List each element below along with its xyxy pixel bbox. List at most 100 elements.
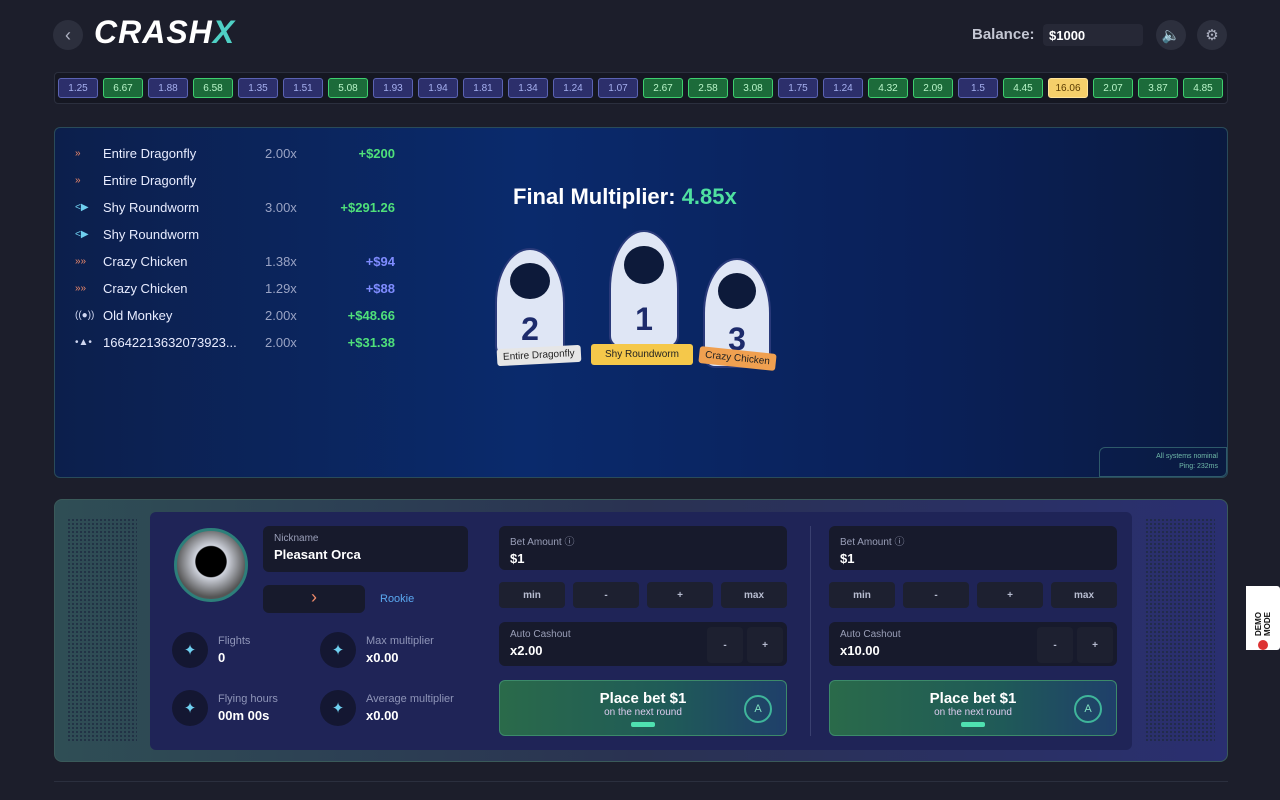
chevron-rank-icon: ›	[311, 587, 317, 607]
stat-flights: ✦ Flights 0	[172, 632, 250, 668]
multiplier-chip: 1.75	[778, 78, 818, 98]
podium-label-1: Shy Roundworm	[591, 344, 693, 365]
leaderboard-row: <▶ Shy Roundworm 3.00x +$291.26	[75, 197, 395, 217]
rocket-icon: ✦	[172, 632, 208, 668]
player-name: Entire Dragonfly	[103, 172, 197, 188]
bet-min-button[interactable]: min	[829, 582, 895, 608]
final-multiplier: Final Multiplier: 4.85x	[513, 184, 737, 209]
multiplier-chip: 4.85	[1183, 78, 1223, 98]
divider	[810, 526, 811, 736]
stat-flying-hours: ✦ Flying hours 00m 00s	[172, 690, 278, 726]
multiplier-chip: 2.09	[913, 78, 953, 98]
bet-min-button[interactable]: min	[499, 582, 565, 608]
cashout-increase-button[interactable]: +	[747, 627, 783, 663]
balance-value: $1000	[1043, 24, 1143, 46]
multiplier-chip: 1.34	[508, 78, 548, 98]
sound-button[interactable]: 🔈	[1156, 20, 1186, 50]
demo-mode-badge: DEMO MODE	[1246, 586, 1280, 650]
win-amount: +$31.38	[347, 334, 395, 350]
player-badge-icon: »»	[75, 255, 87, 267]
player-badge-icon: »	[75, 174, 81, 186]
multiplier-chip: 16.06	[1048, 78, 1088, 98]
cashout-multiplier: 2.00x	[265, 145, 297, 161]
gear-icon: ⚙	[1205, 27, 1219, 44]
player-badge-icon: •▲•	[75, 336, 92, 348]
place-bet-button[interactable]: Place bet $1 on the next round A	[499, 680, 787, 736]
planet-icon: ✦	[320, 632, 356, 668]
multiplier-chip: 1.24	[553, 78, 593, 98]
multiplier-chip: 3.08	[733, 78, 773, 98]
multiplier-chip: 2.07	[1093, 78, 1133, 98]
stat-average-multiplier: ✦ Average multiplier x0.00	[320, 690, 454, 726]
cashout-multiplier: 1.29x	[265, 280, 297, 296]
multiplier-chip: 1.81	[463, 78, 503, 98]
multiplier-chip: 1.94	[418, 78, 458, 98]
bet-decrease-button[interactable]: -	[573, 582, 639, 608]
bet-max-button[interactable]: max	[721, 582, 787, 608]
player-name: 16642213632073923...	[103, 334, 237, 350]
player-name: Old Monkey	[103, 307, 173, 323]
auto-cashout-input[interactable]: Auto Cashout x2.00	[499, 622, 787, 666]
cashout-multiplier: 1.38x	[265, 253, 297, 269]
bet-amount-input[interactable]: Bet Amount ⓘ $1	[829, 526, 1117, 570]
leaderboard-row: »» Crazy Chicken 1.38x +$94	[75, 251, 395, 271]
bet-max-button[interactable]: max	[1051, 582, 1117, 608]
leaderboard-row: •▲• 16642213632073923... 2.00x +$31.38	[75, 332, 395, 352]
bet-decrease-button[interactable]: -	[903, 582, 969, 608]
rank-badge: ›	[263, 585, 365, 613]
logo: CRASHX	[94, 14, 236, 50]
avatar	[174, 528, 248, 602]
leaderboard-row: <▶ Shy Roundworm	[75, 224, 395, 244]
bet-increase-button[interactable]: +	[647, 582, 713, 608]
win-amount: +$291.26	[340, 199, 395, 215]
auto-bet-icon[interactable]: A	[1074, 695, 1102, 723]
multiplier-chip: 1.25	[58, 78, 98, 98]
player-name: Shy Roundworm	[103, 226, 200, 242]
helmet-icon: ✦	[320, 690, 356, 726]
multiplier-chip: 4.45	[1003, 78, 1043, 98]
auto-cashout-input[interactable]: Auto Cashout x10.00	[829, 622, 1117, 666]
win-amount: +$48.66	[347, 307, 395, 323]
multiplier-history: 1.25 6.67 1.88 6.58 1.35 1.51 5.08 1.93 1.94 1.81…	[54, 72, 1228, 104]
control-panel: Nickname Pleasant Orca › Rookie ✦ Flights 0…	[54, 499, 1228, 762]
rank-label: Rookie	[380, 593, 415, 605]
leaderboard-row: » Entire Dragonfly 2.00x +$200	[75, 143, 395, 163]
auto-bet-icon[interactable]: A	[744, 695, 772, 723]
player-panel: Nickname Pleasant Orca › Rookie ✦ Flights 0…	[150, 512, 1132, 750]
back-button[interactable]: ‹	[53, 20, 83, 50]
leaderboard-row: »» Crazy Chicken 1.29x +$88	[75, 278, 395, 298]
cashout-decrease-button[interactable]: -	[1037, 627, 1073, 663]
multiplier-chip: 5.08	[328, 78, 368, 98]
player-name: Entire Dragonfly	[103, 145, 197, 161]
win-amount: +$94	[365, 253, 395, 269]
multiplier-chip: 3.87	[1138, 78, 1178, 98]
stat-max-multiplier: ✦ Max multiplier x0.00	[320, 632, 434, 668]
divider	[54, 781, 1228, 782]
player-badge-icon: »	[75, 147, 81, 159]
cashout-decrease-button[interactable]: -	[707, 627, 743, 663]
bet-amount-input[interactable]: Bet Amount ⓘ $1	[499, 526, 787, 570]
speaker-icon: 🔈	[1161, 27, 1181, 44]
rocket-launch-icon: ✦	[172, 690, 208, 726]
player-badge-icon: ((●))	[75, 309, 95, 321]
multiplier-chip: 4.32	[868, 78, 908, 98]
settings-button[interactable]: ⚙	[1197, 20, 1227, 50]
game-area: » Entire Dragonfly 2.00x +$200 » Entire Drago…	[54, 127, 1228, 478]
multiplier-chip: 6.58	[193, 78, 233, 98]
place-bet-button[interactable]: Place bet $1 on the next round A	[829, 680, 1117, 736]
player-name: Crazy Chicken	[103, 280, 188, 296]
bet-increase-button[interactable]: +	[977, 582, 1043, 608]
player-badge-icon: <▶	[75, 228, 89, 240]
win-amount: +$200	[358, 145, 395, 161]
cashout-increase-button[interactable]: +	[1077, 627, 1113, 663]
player-badge-icon: »»	[75, 282, 87, 294]
multiplier-chip: 1.93	[373, 78, 413, 98]
balance-label: Balance:	[972, 26, 1035, 43]
chevron-left-icon: ‹	[65, 24, 71, 45]
multiplier-chip: 1.88	[148, 78, 188, 98]
player-badge-icon: <▶	[75, 201, 89, 213]
win-amount: +$88	[365, 280, 395, 296]
player-name: Shy Roundworm	[103, 199, 200, 215]
leaderboard-row: ((●)) Old Monkey 2.00x +$48.66	[75, 305, 395, 325]
nickname-field: Nickname Pleasant Orca	[263, 526, 468, 572]
